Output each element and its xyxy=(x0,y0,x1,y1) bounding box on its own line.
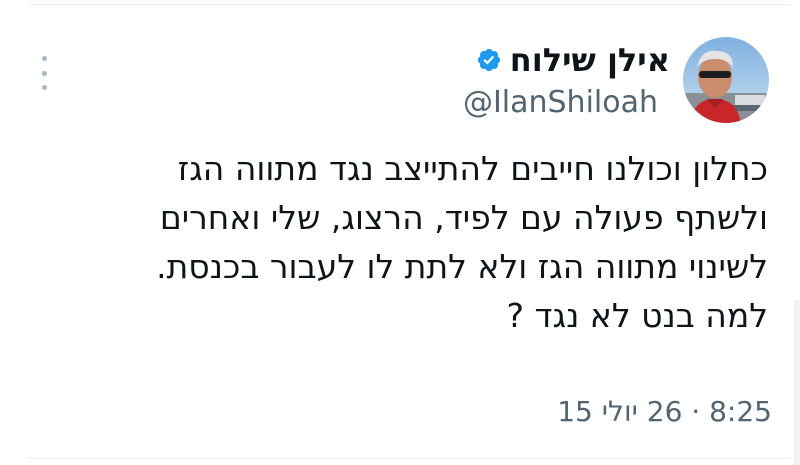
author-name-row: אילן שילוח xyxy=(476,40,670,80)
meta-separator: · xyxy=(691,395,701,428)
tweet-text-line: כחלון וכולנו חייבים להתייצב נגד מתווה הג… xyxy=(177,149,768,188)
tweet-date: 26 יולי 15 xyxy=(557,395,683,428)
tweet-text-line: למה בנט לא נגד ? xyxy=(506,296,768,335)
verified-badge-icon xyxy=(476,47,502,73)
top-divider xyxy=(28,4,790,5)
tweet-timestamp[interactable]: 8:25 · 26 יולי 15 xyxy=(557,392,772,432)
more-vertical-icon[interactable] xyxy=(36,56,52,90)
menu-dot xyxy=(41,85,47,90)
tweet-text-line: ולשתף פעולה עם לפיד, הרצוג, שלי ואחרים xyxy=(159,198,768,237)
scroll-edge xyxy=(794,300,800,465)
menu-dot xyxy=(41,70,47,76)
author-handle[interactable]: @IlanShiloah xyxy=(463,84,658,122)
menu-dot xyxy=(41,56,47,61)
bottom-divider xyxy=(28,458,790,459)
tweet-text-line: לשינוי מתווה הגז ולא לתת לו לעבור בכנסת. xyxy=(156,247,768,286)
tweet-text: כחלון וכולנו חייבים להתייצב נגד מתווה הג… xyxy=(48,144,768,340)
author-display-name[interactable]: אילן שילוח xyxy=(510,40,670,80)
avatar-photo xyxy=(683,37,769,123)
avatar[interactable] xyxy=(683,37,769,123)
tweet-time: 8:25 xyxy=(709,395,772,428)
